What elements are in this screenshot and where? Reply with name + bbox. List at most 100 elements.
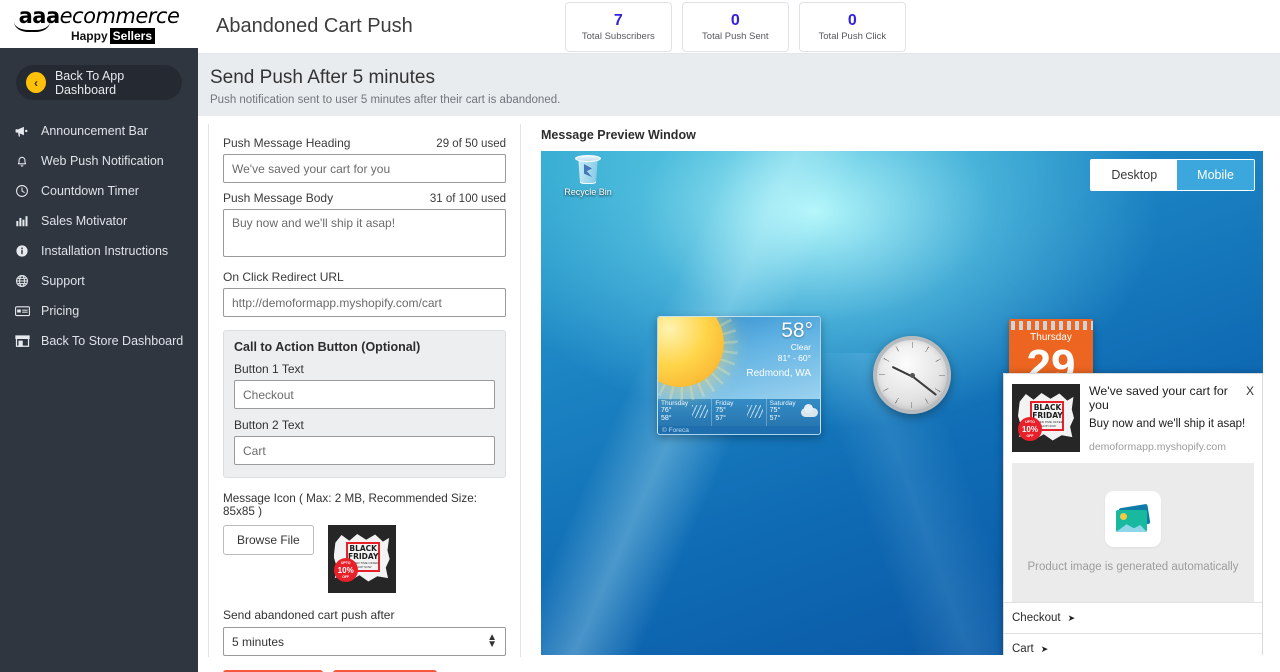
redirect-url-label: On Click Redirect URL bbox=[223, 270, 344, 284]
clock-gadget bbox=[873, 336, 951, 414]
tab-mobile[interactable]: Mobile bbox=[1177, 160, 1254, 190]
sidebar-item-label: Support bbox=[41, 274, 85, 288]
tab-desktop[interactable]: Desktop bbox=[1091, 160, 1178, 190]
globe-icon bbox=[14, 273, 30, 289]
recycle-bin-icon bbox=[575, 155, 601, 185]
notification-action-cart[interactable]: Cart ➤ bbox=[1004, 633, 1262, 655]
weather-city: Redmond, WA bbox=[746, 368, 811, 379]
cta-section-title: Call to Action Button (Optional) bbox=[234, 340, 421, 354]
push-body-label: Push Message Body bbox=[223, 191, 334, 205]
sidebar-nav: Announcement Bar Web Push Notification C… bbox=[0, 116, 198, 356]
recycle-bin-shortcut[interactable]: Recycle Bin bbox=[557, 155, 619, 197]
cloud-icon bbox=[800, 404, 818, 417]
bin-body bbox=[578, 159, 598, 184]
push-body-counter: 31 of 100 used bbox=[429, 193, 506, 205]
bar-chart-icon bbox=[14, 213, 30, 229]
delay-label: Send abandoned cart push after bbox=[223, 608, 395, 622]
calendar-rings bbox=[1009, 321, 1093, 330]
badge-percent: 10% bbox=[1021, 424, 1038, 434]
call-to-action-section: Call to Action Button (Optional) Button … bbox=[223, 330, 506, 478]
browse-file-button[interactable]: Browse File bbox=[223, 525, 314, 555]
stat-card-total-subscribers: 7 Total Subscribers bbox=[564, 1, 672, 52]
push-settings-form: Push Message Heading 29 of 50 used Push … bbox=[208, 124, 521, 672]
sidebar-item-back-to-store-dashboard[interactable]: Back To Store Dashboard bbox=[0, 326, 198, 356]
body-field-row: Push Message Body 31 of 100 used bbox=[223, 191, 506, 205]
badge-percent: 10% bbox=[337, 565, 354, 575]
stat-card-total-push-click: 0 Total Push Click bbox=[798, 1, 906, 52]
delay-select[interactable]: 5 minutes bbox=[223, 627, 506, 656]
sidebar-item-countdown-timer[interactable]: Countdown Timer bbox=[0, 176, 198, 206]
arrow-right-icon: ➤ bbox=[1040, 643, 1049, 654]
push-heading-label: Push Message Heading bbox=[223, 136, 351, 150]
sidebar-item-support[interactable]: Support bbox=[0, 266, 198, 296]
close-icon[interactable]: X bbox=[1246, 384, 1254, 398]
logo-tagline: Happy Sellers bbox=[70, 28, 156, 44]
stat-value: 7 bbox=[613, 11, 623, 29]
back-to-app-dashboard-button[interactable]: ‹ Back To App Dashboard bbox=[16, 65, 182, 100]
clock-icon bbox=[14, 183, 30, 199]
push-heading-counter: 29 of 50 used bbox=[436, 138, 506, 150]
photo-mountain bbox=[1116, 524, 1147, 532]
preview-column: Message Preview Window Recycle Bin Deskt… bbox=[521, 124, 1280, 657]
notification-text: We've saved your cart for you X Buy now … bbox=[1089, 384, 1254, 453]
logo-happy: Happy bbox=[70, 29, 108, 43]
redirect-url-input[interactable] bbox=[223, 288, 506, 317]
desktop-preview: Recycle Bin Desktop Mobile 58° Clear 81°… bbox=[541, 151, 1263, 655]
action-label: Checkout bbox=[1012, 612, 1061, 624]
sidebar-item-web-push-notification[interactable]: Web Push Notification bbox=[0, 146, 198, 176]
brand-logo[interactable]: aaaecommerce Happy Sellers bbox=[0, 0, 198, 48]
section-title: Send Push After 5 minutes bbox=[210, 67, 435, 88]
thumbnail-text: BLACK FRIDAY bbox=[348, 545, 379, 561]
notification-site: demoformapp.myshopify.com bbox=[1089, 441, 1226, 453]
button1-text-input[interactable] bbox=[234, 380, 495, 409]
sidebar-item-sales-motivator[interactable]: Sales Motivator bbox=[0, 206, 198, 236]
preview-window-title: Message Preview Window bbox=[541, 128, 696, 142]
stat-label: Total Subscribers bbox=[581, 30, 655, 42]
weather-temperature: 58° bbox=[781, 319, 813, 342]
photo-front-layer bbox=[1116, 510, 1147, 532]
button2-label: Button 2 Text bbox=[234, 418, 304, 432]
forecast-day: Thursday 76° 58° bbox=[658, 399, 713, 426]
stat-value: 0 bbox=[730, 11, 740, 29]
bin-lid bbox=[575, 155, 601, 162]
clock-center-pin bbox=[909, 372, 915, 378]
image-placeholder-icon bbox=[1105, 491, 1161, 547]
stat-card-total-push-sent: 0 Total Push Sent bbox=[681, 1, 789, 52]
app-root: aaaecommerce Happy Sellers ‹ Back To App… bbox=[0, 0, 1280, 672]
heading-field-row: Push Message Heading 29 of 50 used bbox=[223, 136, 506, 150]
push-heading-input[interactable] bbox=[223, 154, 506, 183]
weather-provider: © Foreca bbox=[658, 426, 820, 434]
info-circle-icon bbox=[14, 243, 30, 259]
delay-select-wrap: 5 minutes ▲ ▼ bbox=[223, 627, 506, 656]
button1-label: Button 1 Text bbox=[234, 362, 304, 376]
weather-gadget: 58° Clear 81° - 60° Redmond, WA Thursday… bbox=[657, 316, 821, 435]
badge-off: OFF bbox=[342, 574, 350, 579]
rain-icon bbox=[746, 405, 763, 418]
message-icon-thumbnail[interactable]: BLACK FRIDAY LIMITED TIME OFFER SHOP NOW… bbox=[327, 525, 396, 593]
push-body-textarea[interactable]: Buy now and we'll ship it asap! bbox=[223, 209, 506, 257]
sidebar-item-installation-instructions[interactable]: Installation Instructions bbox=[0, 236, 198, 266]
sidebar-item-pricing[interactable]: Pricing bbox=[0, 296, 198, 326]
button2-text-input[interactable] bbox=[234, 436, 495, 465]
stats-group: 7 Total Subscribers 0 Total Push Sent 0 … bbox=[564, 1, 906, 52]
body-area: Push Message Heading 29 of 50 used Push … bbox=[198, 116, 1280, 672]
thumbnail-discount-badge: UPTO 10% OFF bbox=[1018, 417, 1042, 441]
sidebar-item-announcement-bar[interactable]: Announcement Bar bbox=[0, 116, 198, 146]
sidebar-item-label: Back To Store Dashboard bbox=[41, 334, 184, 348]
push-notification-preview: BLACK FRIDAY LIMITED TIME OFFER SHOP NOW… bbox=[1003, 373, 1263, 655]
bell-icon bbox=[14, 153, 30, 169]
card-icon bbox=[14, 303, 30, 319]
sidebar-item-label: Countdown Timer bbox=[41, 184, 139, 198]
weather-condition: Clear bbox=[790, 342, 811, 352]
image-placeholder-label: Product image is generated automatically bbox=[1027, 561, 1239, 573]
weather-forecast: Thursday 76° 58° Friday 75° 57° Saturday… bbox=[658, 399, 820, 426]
section-header: Send Push After 5 minutes Push notificat… bbox=[198, 54, 1280, 116]
weather-current: 58° Clear 81° - 60° Redmond, WA bbox=[658, 317, 820, 401]
notification-action-checkout[interactable]: Checkout ➤ bbox=[1004, 602, 1262, 633]
section-subtitle: Push notification sent to user 5 minutes… bbox=[210, 94, 561, 106]
sidebar-item-label: Pricing bbox=[41, 304, 80, 318]
sidebar-item-label: Announcement Bar bbox=[41, 124, 149, 138]
logo-ecommerce: ecommerce bbox=[59, 4, 180, 28]
back-to-app-dashboard-label: Back To App Dashboard bbox=[54, 68, 125, 97]
sidebar-item-label: Sales Motivator bbox=[41, 214, 128, 228]
